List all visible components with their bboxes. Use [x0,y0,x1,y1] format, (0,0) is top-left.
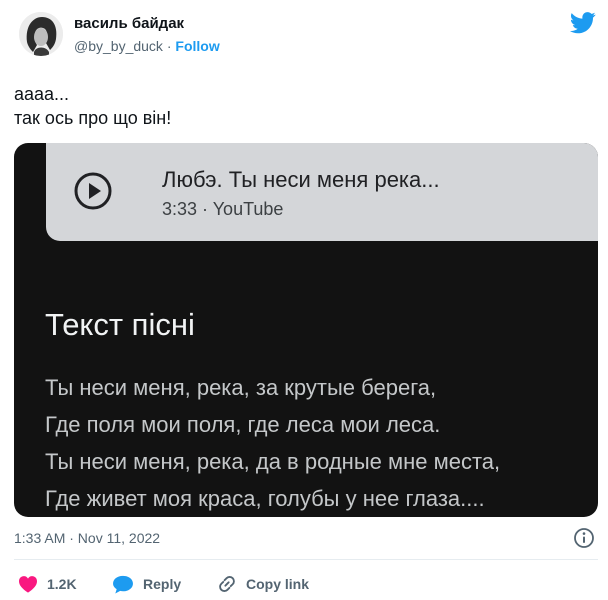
lyrics-line: Ты неси меня, река, да в родные мне мест… [45,449,501,474]
tweet-media-image[interactable]: Любэ. Ты неси меня река... 3:33 · YouTub… [14,143,598,517]
link-icon [219,576,235,592]
lyrics-line: Где живет моя краса, голубы у нее глаза.… [45,486,485,511]
tweet-text-line: аааа... [14,84,70,104]
copy-link-button[interactable]: Copy link [217,571,309,597]
song-meta: 3:33 · YouTube [162,199,284,219]
song-title: Любэ. Ты неси меня река... [162,167,440,192]
lyrics-block: Ты неси меня, река, за крутые берега, Гд… [45,369,598,517]
tweet-text-line: так ось про що він! [14,108,172,128]
reply-button[interactable]: Reply [112,571,181,597]
reply-bubble-icon [113,575,133,594]
play-icon[interactable] [73,171,113,211]
author-handle-row: @by_by_duck · Follow [74,38,220,54]
tweet-timestamp[interactable]: 1:33 AM · Nov 11, 2022 [14,530,160,546]
like-button[interactable]: 1.2K [18,571,77,597]
lyrics-heading: Текст пісні [45,307,195,342]
copy-link-label: Copy link [246,576,310,592]
divider [14,559,598,560]
author-name[interactable]: василь байдак [74,15,184,32]
youtube-card[interactable]: Любэ. Ты неси меня река... 3:33 · YouTub… [46,143,598,241]
tweet-text: аааа... так ось про що він! [14,82,594,130]
heart-icon [19,576,37,593]
follow-button[interactable]: Follow [175,38,219,54]
reply-label: Reply [143,576,182,592]
lyrics-line: Ты неси меня, река, за крутые берега, [45,375,437,400]
avatar[interactable] [19,12,63,56]
lyrics-line: Где поля мои поля, где леса мои леса. [45,412,441,437]
twitter-bird-icon[interactable] [570,12,596,34]
like-count: 1.2K [47,576,77,592]
author-handle[interactable]: @by_by_duck [74,38,163,54]
info-icon[interactable] [573,527,595,549]
tweet-header: василь байдак @by_by_duck · Follow [14,10,598,58]
handle-separator: · [162,38,176,54]
